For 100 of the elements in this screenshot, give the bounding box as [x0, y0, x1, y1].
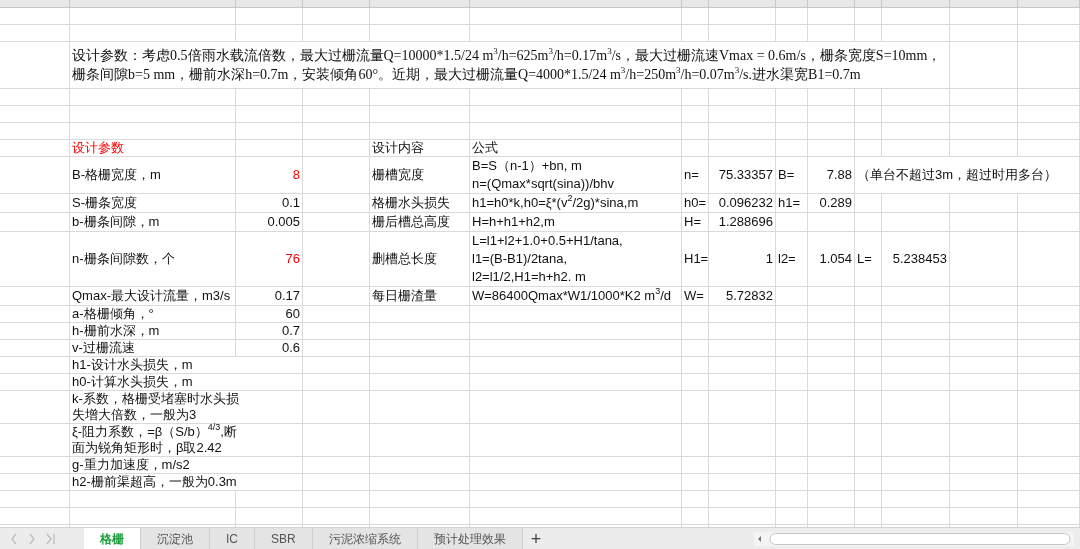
table-cell: [0, 287, 70, 306]
table-cell: [882, 474, 950, 491]
table-cell: [682, 106, 709, 123]
table-cell: [808, 323, 855, 340]
table-cell: [882, 287, 950, 306]
parameter-label: a-格栅倾角，°: [70, 306, 236, 323]
table-cell: [1018, 140, 1080, 157]
table-cell: [950, 194, 1018, 213]
table-cell: [303, 157, 370, 194]
table-cell: [1018, 491, 1080, 508]
table-cell: [808, 89, 855, 106]
table-cell: [1018, 457, 1080, 474]
table-cell: [709, 374, 776, 391]
table-cell: [1018, 194, 1080, 213]
table-cell: [682, 457, 709, 474]
table-cell: [0, 374, 70, 391]
table-cell: [709, 25, 776, 42]
table-cell: [236, 140, 303, 157]
sheet-tab[interactable]: 污泥浓缩系统: [312, 528, 418, 549]
table-cell: [303, 306, 370, 323]
parameter-label: B-格栅宽度，m: [70, 157, 236, 194]
table-cell: [303, 8, 370, 25]
table-cell: [950, 25, 1018, 42]
table-cell: [1018, 340, 1080, 357]
sheet-tab[interactable]: 格栅: [84, 528, 141, 549]
table-cell: [855, 340, 882, 357]
table-cell: [776, 391, 808, 424]
parameter-label: b-栅条间隙，m: [70, 213, 236, 232]
table-cell: [950, 287, 1018, 306]
horizontal-scrollbar[interactable]: [754, 532, 1074, 546]
sheet-tab[interactable]: 沉淀池: [141, 528, 210, 549]
table-cell: [855, 424, 882, 457]
table-cell: [950, 340, 1018, 357]
description-text: 设计参数：考虑0.5倍雨水载流倍数，最大过栅流量Q=10000*1.5/24 m$^{3}$/h=625m$^{3}$/h=0.17m$^{3}$/s，最大过栅流速Vmax = 0.6m/s，栅条宽度S=10mm，栅条间隙b=5 mm，栅前水深h=0.7m，安装倾角60°。近期，最大过栅流量Q=4000*1.5/24 m$^{3}$/h=250m$^{3}$/h=0.07m$^{3}$/s.进水渠宽B1=0.7m: [70, 42, 950, 89]
table-cell: [808, 357, 855, 374]
table-cell: [950, 374, 1018, 391]
table-cell: [950, 424, 1018, 457]
table-cell: [776, 424, 808, 457]
formula-text: h1=h0*k,h0=ξ*(v$^{2}$/2g)*sina,m: [470, 194, 682, 213]
table-cell: [808, 340, 855, 357]
column-heading: 设计内容: [370, 140, 470, 157]
result-label: H1=: [682, 232, 709, 287]
table-cell: [1018, 424, 1080, 457]
table-cell: [855, 491, 882, 508]
table-cell: [303, 287, 370, 306]
table-cell: [776, 106, 808, 123]
next-sheet-icon[interactable]: [28, 533, 36, 545]
result-label: n=: [682, 157, 709, 194]
table-cell: [709, 140, 776, 157]
table-cell: [1018, 474, 1080, 491]
table-cell: [1018, 232, 1080, 287]
table-cell: [682, 25, 709, 42]
table-cell: [0, 232, 70, 287]
parameter-label: v-过栅流速: [70, 340, 236, 357]
result-label: B=: [776, 157, 808, 194]
table-cell: [950, 474, 1018, 491]
table-cell: [950, 508, 1018, 525]
table-cell: [236, 89, 303, 106]
table-cell: [776, 306, 808, 323]
table-cell: [1018, 25, 1080, 42]
table-cell: [0, 89, 70, 106]
result-value: 7.88: [808, 157, 855, 194]
last-sheet-icon[interactable]: [46, 533, 56, 545]
table-cell: [0, 357, 70, 374]
table-cell: [855, 140, 882, 157]
parameter-value: 76: [236, 232, 303, 287]
parameter-label: S-栅条宽度: [70, 194, 236, 213]
add-sheet-button[interactable]: +: [522, 528, 550, 549]
table-cell: [303, 213, 370, 232]
table-cell: [303, 424, 370, 457]
table-cell: [855, 306, 882, 323]
table-cell: [0, 106, 70, 123]
table-cell: [1018, 306, 1080, 323]
sheet-tab[interactable]: 预计处理效果: [417, 528, 523, 549]
table-cell: [808, 457, 855, 474]
table-cell: [303, 323, 370, 340]
parameter-label: h1-设计水头损失，m: [70, 357, 303, 374]
table-cell: [950, 491, 1018, 508]
table-cell: [1018, 42, 1080, 89]
table-cell: [776, 491, 808, 508]
table-cell: [303, 508, 370, 525]
note-text: （单台不超过3m，超过时用多台）: [855, 157, 1080, 194]
table-cell: [855, 391, 882, 424]
table-cell: [0, 457, 70, 474]
parameter-value: 0.005: [236, 213, 303, 232]
formula-text: H=h+h1+h2,m: [470, 213, 682, 232]
table-cell: [882, 89, 950, 106]
table-cell: [709, 340, 776, 357]
table-cell: [808, 374, 855, 391]
sheet-tab[interactable]: IC: [210, 528, 255, 549]
table-cell: [682, 508, 709, 525]
table-cell: [776, 374, 808, 391]
table-cell: [682, 306, 709, 323]
table-cell: [1018, 357, 1080, 374]
sheet-tab[interactable]: SBR: [255, 528, 313, 549]
previous-sheet-icon[interactable]: [10, 533, 18, 545]
table-cell: [682, 491, 709, 508]
table-cell: [808, 123, 855, 140]
table-cell: [776, 140, 808, 157]
table-cell: [0, 123, 70, 140]
